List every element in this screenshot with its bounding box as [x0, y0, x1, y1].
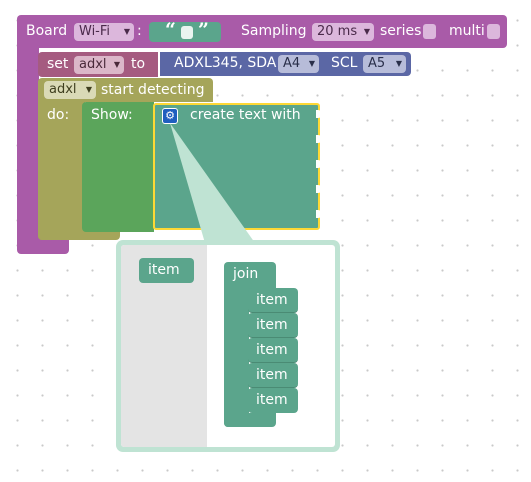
join-item-block[interactable]: item — [248, 313, 298, 338]
board-block-left-arm — [17, 40, 39, 250]
sda-pin-value: A4 — [283, 56, 301, 71]
dropdown-arrow-icon: ▼ — [113, 60, 120, 69]
join-item-label: item — [256, 367, 288, 383]
join-item-block[interactable]: item — [248, 288, 298, 313]
join-item-label: item — [256, 292, 288, 308]
board-label: Board — [26, 23, 68, 39]
do-label: do: — [47, 107, 70, 123]
detect-variable-value: adxl — [49, 82, 77, 97]
join-container-bottom — [224, 413, 276, 427]
series-label: series — [380, 23, 422, 39]
checkbox-icon[interactable] — [487, 24, 500, 39]
input-socket — [316, 210, 322, 218]
join-label: join — [233, 266, 259, 282]
dropdown-arrow-icon: ▼ — [363, 27, 370, 36]
board-mode-dropdown[interactable]: Wi-Fi ▼ — [74, 23, 134, 41]
variable-dropdown[interactable]: adxl ▼ — [74, 56, 124, 74]
dropdown-arrow-icon: ▼ — [123, 27, 130, 36]
input-socket — [316, 185, 322, 193]
dropdown-arrow-icon: ▼ — [395, 59, 402, 68]
dropdown-arrow-icon: ▼ — [308, 59, 315, 68]
join-item-block[interactable]: item — [248, 363, 298, 388]
quote-close-icon: ” — [198, 19, 209, 41]
multi-label: multi — [449, 23, 485, 39]
flyout-item-label: item — [148, 262, 180, 278]
start-detecting-label: start detecting — [101, 82, 205, 98]
quote-open-icon: “ — [165, 19, 176, 41]
show-label: Show: — [91, 107, 133, 123]
board-mode-value: Wi-Fi — [79, 24, 111, 39]
mutator-bubble-pointer — [170, 123, 255, 243]
join-item-block[interactable]: item — [248, 388, 298, 413]
sampling-value: 20 ms — [317, 24, 358, 39]
join-item-label: item — [256, 342, 288, 358]
input-socket — [316, 160, 322, 168]
to-label: to — [131, 56, 146, 72]
scl-label: SCL — [331, 55, 358, 71]
set-label: set — [47, 56, 69, 72]
scl-pin-value: A5 — [368, 56, 386, 71]
input-socket — [316, 110, 322, 118]
sampling-label: Sampling — [241, 23, 307, 39]
checkbox-icon[interactable] — [423, 24, 436, 39]
sampling-dropdown[interactable]: 20 ms ▼ — [312, 23, 374, 41]
join-item-block[interactable]: item — [248, 338, 298, 363]
input-socket — [316, 135, 322, 143]
join-container-arm — [224, 285, 249, 427]
flyout-item-block[interactable]: item — [139, 258, 194, 283]
variable-value: adxl — [79, 57, 107, 72]
dropdown-arrow-icon: ▼ — [85, 85, 92, 94]
text-literal-block[interactable]: “ ” — [149, 19, 221, 42]
board-colon: : — [137, 23, 142, 39]
sda-pin-dropdown[interactable]: A4 ▼ — [278, 55, 319, 73]
scl-pin-dropdown[interactable]: A5 ▼ — [363, 55, 406, 73]
sensor-label: ADXL345, SDA — [174, 55, 277, 71]
join-item-label: item — [256, 392, 288, 408]
join-item-label: item — [256, 317, 288, 333]
detect-variable-dropdown[interactable]: adxl ▼ — [44, 81, 96, 99]
text-literal-input[interactable] — [181, 26, 193, 39]
